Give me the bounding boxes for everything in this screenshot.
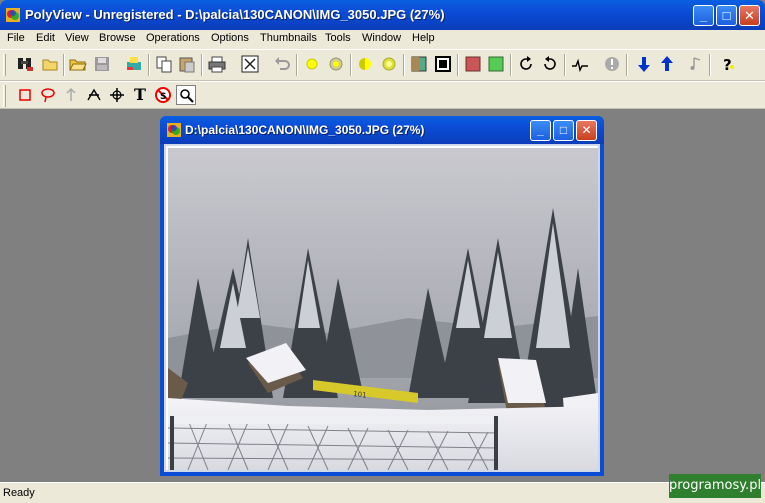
menu-help[interactable]: Help (412, 32, 435, 44)
move-down-icon[interactable] (634, 54, 654, 74)
copy-icon[interactable] (154, 54, 174, 74)
main-title-bar[interactable]: PolyView - Unregistered - D:\palcia\130C… (0, 0, 765, 30)
toolbar-separator (403, 54, 405, 76)
histogram-icon[interactable] (570, 54, 590, 74)
music-icon[interactable] (686, 54, 706, 74)
menu-window[interactable]: Window (362, 32, 401, 44)
menu-view[interactable]: View (65, 32, 89, 44)
red-color-icon[interactable] (463, 54, 483, 74)
paste-icon[interactable] (177, 54, 197, 74)
print-icon[interactable] (207, 54, 227, 74)
menu-operations[interactable]: Operations (146, 32, 200, 44)
toolbar-separator (510, 54, 512, 76)
brightness-down-icon[interactable] (326, 54, 346, 74)
svg-text:S: S (160, 92, 166, 102)
menu-browse[interactable]: Browse (99, 32, 136, 44)
banner-number: 101 (353, 390, 367, 400)
toolbar-separator (709, 54, 711, 76)
rotate-right-icon[interactable] (516, 54, 536, 74)
green-color-icon[interactable] (486, 54, 506, 74)
maximize-icon: □ (722, 8, 731, 23)
toolbar-separator (564, 54, 566, 76)
lasso-select-icon[interactable] (38, 85, 58, 105)
child-maximize-button[interactable]: □ (553, 120, 574, 141)
toolbar-grip[interactable] (3, 54, 6, 76)
close-button[interactable]: ✕ (739, 5, 760, 26)
menu-edit[interactable]: Edit (36, 32, 55, 44)
image-child-window[interactable]: D:\palcia\130CANON\IMG_3050.JPG (27%) _ … (160, 116, 604, 476)
contrast-up-icon[interactable] (355, 54, 375, 74)
watermark-badge: programosy.pl (669, 474, 761, 498)
rotate-left-icon[interactable] (540, 54, 560, 74)
child-minimize-button[interactable]: _ (530, 120, 551, 141)
minimize-icon: _ (537, 123, 544, 137)
child-title-bar[interactable]: D:\palcia\130CANON\IMG_3050.JPG (27%) _ … (160, 116, 604, 144)
binoculars-icon[interactable] (15, 54, 35, 74)
no-entry-icon[interactable]: S (153, 85, 173, 105)
text-icon[interactable]: T (130, 85, 150, 105)
move-icon[interactable] (107, 85, 127, 105)
maximize-button[interactable]: □ (716, 5, 737, 26)
tools-toolbar: T S (0, 81, 765, 109)
fit-window-icon[interactable] (240, 54, 260, 74)
maximize-icon: □ (559, 123, 568, 137)
image-window-icon[interactable] (166, 122, 182, 138)
crop-icon[interactable] (84, 85, 104, 105)
window-title: PolyView - Unregistered - D:\palcia\130C… (25, 7, 445, 22)
new-folder-icon[interactable] (40, 54, 60, 74)
undo-icon[interactable] (272, 54, 292, 74)
svg-text:?: ? (723, 56, 732, 74)
main-toolbar: ? (0, 49, 765, 81)
status-text: Ready (3, 487, 35, 499)
menu-thumbnails[interactable]: Thumbnails (260, 32, 317, 44)
zoom-icon[interactable] (176, 85, 196, 105)
image-viewport[interactable]: 101 (164, 144, 600, 472)
status-bar: Ready (0, 482, 765, 503)
toolbar-separator (63, 54, 65, 76)
alert-icon[interactable] (602, 54, 622, 74)
minimize-icon: _ (699, 8, 708, 23)
close-icon: ✕ (581, 123, 592, 137)
frame-icon[interactable] (433, 54, 453, 74)
open-folder-icon[interactable] (68, 54, 88, 74)
menu-options[interactable]: Options (211, 32, 249, 44)
contrast-down-icon[interactable] (379, 54, 399, 74)
toolbar-grip[interactable] (3, 85, 6, 107)
toolbar-separator (457, 54, 459, 76)
child-window-title: D:\palcia\130CANON\IMG_3050.JPG (27%) (185, 123, 425, 137)
color-balance-icon[interactable] (409, 54, 429, 74)
toolbar-separator (201, 54, 203, 76)
toolbar-separator (350, 54, 352, 76)
child-close-button[interactable]: ✕ (576, 120, 597, 141)
menu-tools[interactable]: Tools (325, 32, 351, 44)
snow-forest-photo: 101 (168, 148, 598, 470)
brightness-up-icon[interactable] (302, 54, 322, 74)
toolbar-separator (626, 54, 628, 76)
arrow-icon[interactable] (61, 85, 81, 105)
polyview-app-icon[interactable] (5, 7, 21, 23)
save-icon[interactable] (92, 54, 112, 74)
scan-icon[interactable] (124, 54, 144, 74)
close-icon: ✕ (744, 8, 755, 23)
minimize-button[interactable]: _ (693, 5, 714, 26)
menu-bar: File Edit View Browse Operations Options… (0, 30, 765, 49)
menu-file[interactable]: File (7, 32, 25, 44)
help-icon[interactable]: ? (718, 54, 738, 74)
toolbar-separator (296, 54, 298, 76)
toolbar-separator (148, 54, 150, 76)
rectangle-select-icon[interactable] (15, 85, 35, 105)
move-up-icon[interactable] (657, 54, 677, 74)
